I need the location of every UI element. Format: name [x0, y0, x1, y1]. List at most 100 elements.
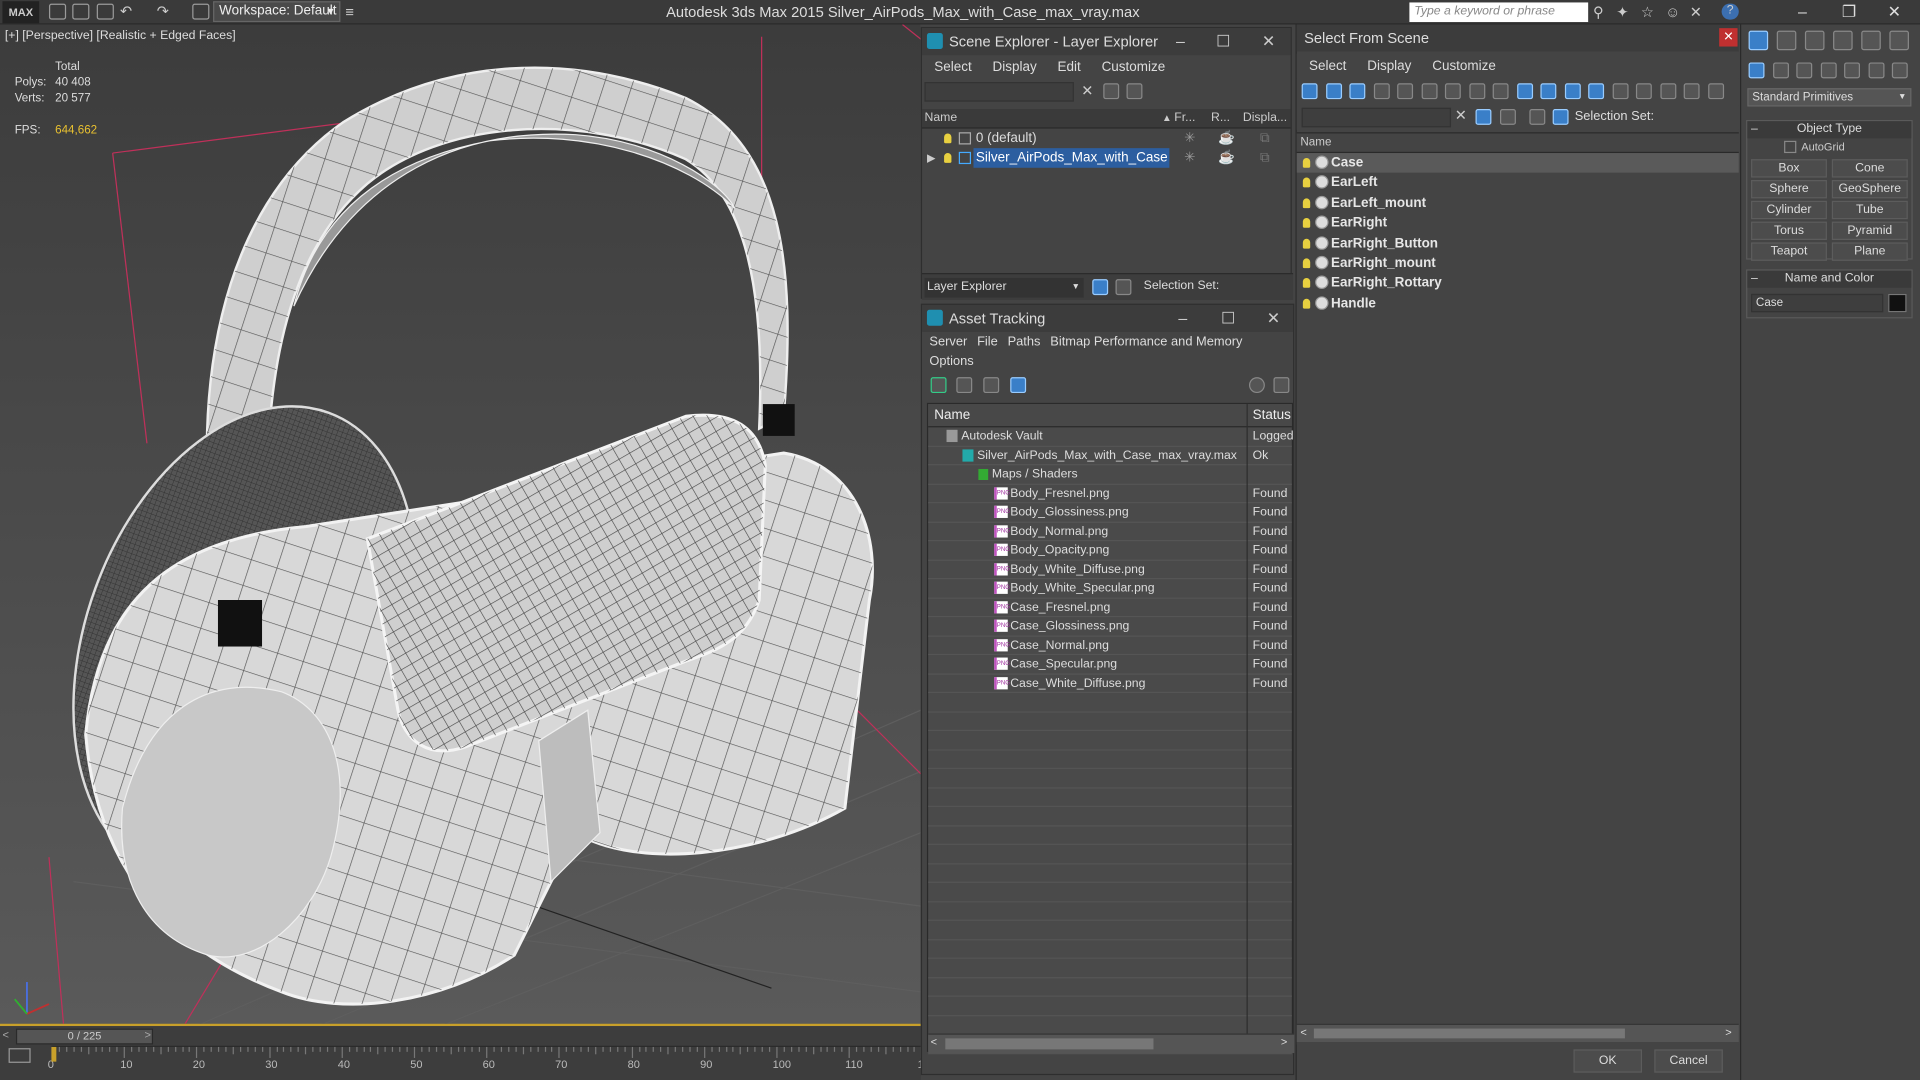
layer-explorer-icon[interactable] — [1529, 108, 1546, 125]
display-tab-icon[interactable] — [1861, 30, 1881, 51]
cameras-icon[interactable] — [1820, 62, 1837, 79]
tools-icon[interactable]: ✦ — [1616, 4, 1633, 21]
object-row[interactable]: Case — [1296, 153, 1739, 174]
track-bar[interactable]: 010203040506070809010011012 — [48, 1045, 930, 1070]
display-lights-icon[interactable] — [1349, 83, 1366, 100]
object-type-header[interactable]: – Object Type — [1747, 121, 1912, 139]
freeze-icon[interactable]: ✳ — [1184, 129, 1195, 149]
light-bulb-icon[interactable] — [1302, 198, 1311, 208]
hierarchy-tab-icon[interactable] — [1804, 30, 1825, 51]
render-teapot-icon[interactable]: ☕ — [1218, 129, 1235, 149]
hierarchy-icon[interactable] — [1115, 279, 1132, 296]
layer-options-icon[interactable] — [1126, 83, 1143, 100]
display-xrefs-icon[interactable] — [1468, 83, 1485, 100]
autogrid-checkbox[interactable] — [1784, 140, 1797, 154]
clear-search-icon[interactable]: ✕ — [1455, 107, 1467, 124]
binoculars-icon[interactable]: ⚲ — [1593, 4, 1610, 21]
light-bulb-icon[interactable] — [1302, 157, 1311, 168]
light-bulb-icon[interactable] — [1302, 218, 1311, 228]
primitive-cone-button[interactable]: Cone — [1831, 159, 1908, 178]
freeze-icon[interactable]: ✳ — [1184, 148, 1195, 168]
user-icon[interactable]: ☺ — [1665, 4, 1682, 21]
display-shapes-icon[interactable] — [1325, 83, 1342, 100]
primitive-pyramid-button[interactable]: Pyramid — [1831, 221, 1908, 241]
object-row[interactable]: EarRight_Button — [1297, 233, 1739, 253]
minimize-icon[interactable]: – — [1790, 1, 1814, 22]
layers-icon[interactable] — [1500, 108, 1516, 125]
col-name[interactable]: Name — [934, 404, 970, 427]
space-warps-icon[interactable] — [1867, 62, 1884, 79]
modify-tab-icon[interactable] — [1776, 30, 1797, 51]
undo-icon[interactable]: ↶ — [120, 4, 137, 20]
thumbnail-view-icon[interactable] — [983, 377, 1000, 394]
minimize-icon[interactable]: – — [1171, 305, 1195, 332]
app-logo[interactable]: MAX — [2, 1, 40, 24]
maximize-icon[interactable]: ☐ — [1216, 305, 1240, 332]
utilities-tab-icon[interactable] — [1889, 30, 1909, 51]
settings-icon[interactable] — [1273, 377, 1290, 394]
menu-file[interactable]: File — [977, 334, 998, 349]
col-display[interactable]: Displa... — [1243, 109, 1287, 129]
object-name-field[interactable]: Case — [1751, 293, 1884, 313]
light-bulb-icon[interactable] — [1302, 238, 1311, 249]
clear-search-icon[interactable]: ✕ — [1081, 82, 1093, 99]
display-none-icon[interactable] — [1540, 83, 1557, 100]
find-case-icon[interactable] — [1659, 83, 1676, 100]
hierarchy-icon[interactable] — [1552, 108, 1569, 125]
create-tab-icon[interactable] — [1748, 30, 1769, 51]
asset-row[interactable]: PNGBody_Opacity.png Found — [928, 541, 1292, 561]
asset-row[interactable]: Silver_AirPods_Max_with_Case_max_vray.ma… — [928, 446, 1292, 466]
invert-display-icon[interactable] — [1564, 83, 1581, 100]
asset-row[interactable]: PNGCase_Glossiness.png Found — [928, 617, 1292, 637]
maximize-icon[interactable]: ☐ — [1211, 28, 1235, 55]
object-row[interactable]: EarLeft_mount — [1297, 193, 1739, 213]
open-file-icon[interactable] — [72, 3, 90, 20]
shapes-icon[interactable] — [1772, 62, 1789, 79]
close-icon[interactable]: ✕ — [1882, 1, 1906, 22]
object-row[interactable]: EarRight — [1297, 213, 1739, 233]
primitive-teapot-button[interactable]: Teapot — [1751, 242, 1827, 261]
primitive-geosphere-button[interactable]: GeoSphere — [1831, 180, 1908, 199]
light-bulb-icon[interactable] — [1302, 278, 1311, 289]
explorer-type-dropdown[interactable]: Layer Explorer ▼ — [924, 277, 1084, 298]
object-row[interactable]: EarLeft — [1297, 173, 1739, 193]
menu-options[interactable]: Options — [929, 354, 973, 369]
redo-icon[interactable]: ↷ — [157, 4, 174, 20]
object-row[interactable]: EarRight_Rottary — [1297, 273, 1739, 293]
display-geometry-icon[interactable] — [1301, 83, 1318, 100]
perspective-viewport[interactable]: [+] [Perspective] [Realistic + Edged Fac… — [0, 24, 921, 1027]
menu-select[interactable]: Select — [934, 60, 971, 75]
asset-row[interactable]: Maps / Shaders — [928, 465, 1292, 485]
asset-row[interactable]: Autodesk Vault Logged — [928, 427, 1294, 447]
display-icon[interactable]: ⧉ — [1260, 148, 1270, 168]
primitive-tube-button[interactable]: Tube — [1831, 200, 1908, 220]
menu-edit[interactable]: Edit — [1058, 60, 1081, 75]
menu-icon[interactable]: ≡ — [345, 4, 362, 21]
asset-row[interactable]: PNGBody_White_Diffuse.png Found — [928, 560, 1292, 580]
filter-icon[interactable] — [1475, 108, 1492, 125]
asset-row[interactable]: PNGBody_Glossiness.png Found — [928, 503, 1292, 523]
layer-row-default[interactable]: 0 (default) ✳ ☕ ⧉ — [922, 129, 1291, 149]
col-name[interactable]: Name — [1296, 133, 1739, 154]
viewport-label[interactable]: [+] [Perspective] [Realistic + Edged Fac… — [5, 29, 236, 42]
save-file-icon[interactable] — [96, 3, 114, 20]
exchange-icon[interactable]: ✕ — [1690, 4, 1707, 21]
scroll-left-icon[interactable]: < — [1300, 1026, 1306, 1038]
asset-row[interactable]: PNGBody_Fresnel.png Found — [928, 484, 1292, 504]
menu-select[interactable]: Select — [1309, 59, 1346, 74]
horizontal-scrollbar[interactable]: < > — [928, 1033, 1295, 1054]
next-frame-icon[interactable]: > — [144, 1029, 150, 1041]
object-color-swatch[interactable] — [1888, 293, 1907, 313]
table-view-icon[interactable] — [1010, 377, 1027, 394]
display-helpers-icon[interactable] — [1397, 83, 1414, 100]
primitives-dropdown[interactable]: Standard Primitives ▼ — [1747, 88, 1912, 107]
display-groups-icon[interactable] — [1444, 83, 1461, 100]
light-bulb-icon[interactable] — [944, 153, 952, 163]
search-input[interactable]: Type a keyword or phrase — [1409, 2, 1589, 23]
col-render[interactable]: R... — [1211, 109, 1230, 129]
project-folder-icon[interactable] — [192, 3, 210, 20]
menu-customize[interactable]: Customize — [1432, 59, 1496, 74]
select-search-input[interactable] — [1301, 107, 1452, 128]
time-slider[interactable]: 0 / 225 — [15, 1028, 154, 1045]
primitive-torus-button[interactable]: Torus — [1751, 221, 1827, 241]
